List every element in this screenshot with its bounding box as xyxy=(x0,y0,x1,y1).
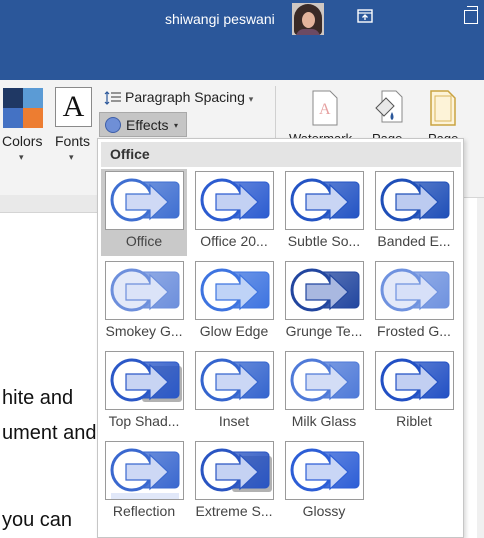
effect-option-label: Smokey G... xyxy=(105,323,183,339)
effect-preview-image xyxy=(105,351,184,410)
effect-preview-image xyxy=(195,441,274,500)
user-avatar[interactable] xyxy=(292,3,324,35)
effect-option-label: Extreme S... xyxy=(195,503,273,519)
effect-preview-image xyxy=(105,261,184,320)
effect-option-label: Reflection xyxy=(112,503,176,519)
title-bar: shiwangi peswani xyxy=(0,0,484,80)
effect-option-label: Frosted G... xyxy=(377,323,451,339)
effect-preview-image xyxy=(375,261,454,320)
document-text-line: you can xyxy=(2,509,73,531)
document-scrollbar[interactable] xyxy=(477,198,484,538)
effect-preview-image xyxy=(285,351,364,410)
effect-option-office2013[interactable]: Office 20... xyxy=(191,169,277,256)
effects-circle-icon xyxy=(105,117,121,133)
effect-option-label: Office 20... xyxy=(200,233,268,249)
page-color-icon[interactable] xyxy=(374,90,404,126)
effect-option-label: Top Shad... xyxy=(108,413,180,429)
effect-preview-image xyxy=(195,261,274,320)
document-text-line: hite and xyxy=(2,387,74,409)
colors-button[interactable]: Colors xyxy=(2,133,42,149)
ribbon-separator xyxy=(275,86,276,138)
effects-button[interactable]: Effects ▾ xyxy=(99,112,187,137)
ribbon-group-footer xyxy=(0,195,100,213)
effect-option-label: Subtle So... xyxy=(287,233,361,249)
effect-preview-image xyxy=(285,261,364,320)
effect-option-banded[interactable]: Banded E... xyxy=(371,169,457,256)
effects-label: Effects xyxy=(126,117,169,133)
paragraph-spacing-button[interactable]: Paragraph Spacing ▾ xyxy=(125,89,253,105)
document-text-line: ument and xyxy=(2,422,97,444)
restore-window-icon[interactable] xyxy=(464,6,478,24)
effect-preview-image xyxy=(105,441,184,500)
effect-preview-image xyxy=(375,171,454,230)
effect-option-label: Glow Edge xyxy=(199,323,269,339)
colors-dropdown-caret[interactable]: ▾ xyxy=(19,152,24,163)
effect-option-inset[interactable]: Inset xyxy=(191,349,277,436)
svg-text:A: A xyxy=(319,101,331,118)
effect-option-label: Banded E... xyxy=(377,233,451,249)
user-name[interactable]: shiwangi peswani xyxy=(165,11,275,27)
effect-preview-image xyxy=(285,441,364,500)
effect-option-label: Inset xyxy=(218,413,250,429)
effect-option-office[interactable]: Office xyxy=(101,169,187,256)
effect-option-grunge[interactable]: Grunge Te... xyxy=(281,259,367,346)
effects-dropdown: Office Office Office 20... Subtle So... Ban… xyxy=(97,138,464,538)
effect-option-reflection[interactable]: Reflection xyxy=(101,439,187,526)
page-borders-icon[interactable] xyxy=(428,90,458,126)
ribbon-display-options-icon[interactable] xyxy=(357,9,373,23)
effect-option-subtle[interactable]: Subtle So... xyxy=(281,169,367,256)
effect-preview-image xyxy=(195,351,274,410)
effect-option-label: Milk Glass xyxy=(291,413,357,429)
colors-icon[interactable] xyxy=(3,88,43,128)
effect-preview-image xyxy=(375,351,454,410)
effect-preview-image xyxy=(285,171,364,230)
fonts-icon[interactable]: A xyxy=(55,87,92,127)
fonts-button[interactable]: Fonts xyxy=(55,133,90,149)
effect-option-label: Riblet xyxy=(396,413,432,429)
effect-option-glow[interactable]: Glow Edge xyxy=(191,259,277,346)
effect-option-riblet[interactable]: Riblet xyxy=(371,349,457,436)
effect-option-milk[interactable]: Milk Glass xyxy=(281,349,367,436)
effect-preview-image xyxy=(195,171,274,230)
effect-option-extreme[interactable]: Extreme S... xyxy=(191,439,277,526)
fonts-dropdown-caret[interactable]: ▾ xyxy=(69,152,74,163)
effects-group-header: Office xyxy=(101,142,461,167)
effect-option-label: Glossy xyxy=(302,503,346,519)
effect-preview-image xyxy=(105,171,184,230)
effect-option-label: Office xyxy=(125,233,163,249)
effects-dropdown-caret: ▾ xyxy=(174,121,179,130)
effect-option-glossy[interactable]: Glossy xyxy=(281,439,367,526)
effect-option-smokey[interactable]: Smokey G... xyxy=(101,259,187,346)
effect-option-frosted[interactable]: Frosted G... xyxy=(371,259,457,346)
effect-option-label: Grunge Te... xyxy=(285,323,363,339)
paragraph-spacing-icon xyxy=(104,91,122,105)
watermark-icon[interactable]: A xyxy=(310,90,340,126)
effect-option-topshadow[interactable]: Top Shad... xyxy=(101,349,187,436)
